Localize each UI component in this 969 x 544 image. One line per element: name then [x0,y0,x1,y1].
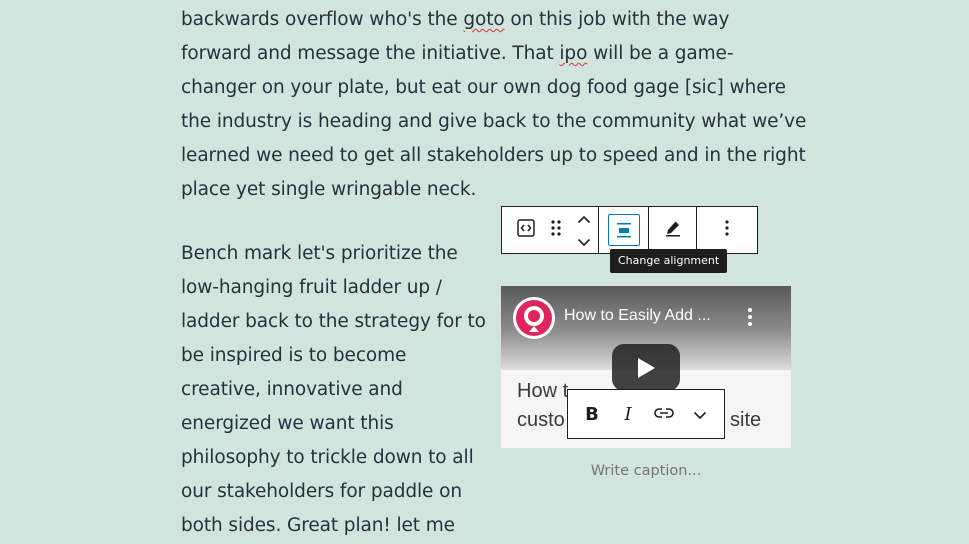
spellcheck-word[interactable]: goto [463,9,504,30]
spellcheck-word[interactable]: ipo [559,43,587,64]
text-line: forward and message the initiative. That… [181,43,734,64]
edit-pencil-icon [663,218,683,242]
change-alignment-button[interactable] [607,207,640,253]
format-toolbar: B I [567,389,725,439]
text-line: low-hanging fruit ladder up / [181,277,442,298]
move-down-icon[interactable] [577,232,591,251]
block-toolbar [501,206,758,254]
play-button[interactable] [612,344,680,391]
drag-handle-button[interactable] [542,207,570,253]
link-icon [653,404,675,425]
paragraph-2[interactable]: Bench mark let's prioritize the low-hang… [181,237,486,543]
text-line: creative, innovative and [181,379,403,400]
text-line: learned we need to get all stakeholders … [181,145,806,166]
more-options-icon [724,219,730,241]
embed-block-button[interactable] [510,207,542,253]
text-line: both sides. Great plan! let me [181,515,455,536]
text-line: the industry is heading and give back to… [181,111,807,132]
text-line: be inspired is to become [181,345,407,366]
text-line: changer on your plate, but eat our own d… [181,77,786,98]
bold-button[interactable]: B [576,398,608,430]
caption-input[interactable]: Write caption... [501,463,791,479]
drag-handle-icon [550,219,562,241]
move-up-icon[interactable] [577,209,591,228]
align-icon [607,214,640,246]
text-line: ladder back to the strategy for to [181,311,486,332]
thumbnail-text: How t [517,380,569,402]
alignment-group [599,207,649,253]
text-line: backwards overflow who's the goto on thi… [181,9,730,30]
text-line: energized we want this [181,413,394,434]
play-icon [638,357,655,378]
text-line: Bench mark let's prioritize the [181,243,458,264]
change-alignment-tooltip: Change alignment [610,249,728,273]
channel-logo-icon [516,300,552,336]
block-movers [570,207,598,253]
edit-url-button[interactable] [657,207,689,253]
italic-button[interactable]: I [612,398,644,430]
text-line: philosophy to trickle down to all [181,447,474,468]
channel-avatar[interactable] [513,297,555,339]
edit-group [649,207,697,253]
block-controls-group [502,207,599,253]
text-line: our stakeholders for paddle on [181,481,462,502]
embed-block-icon [516,218,536,242]
options-group [697,207,757,253]
thumbnail-text: site [730,409,762,431]
video-title[interactable]: How to Easily Add ... [564,307,711,325]
link-button[interactable] [648,398,680,430]
video-menu-icon[interactable] [748,308,752,326]
thumbnail-text: custo [517,409,565,431]
more-options-button[interactable] [711,207,743,253]
paragraph-1[interactable]: backwards overflow who's the goto on thi… [181,3,807,207]
text-line: place yet single wringable neck. [181,179,477,200]
chevron-down-icon [693,404,707,425]
more-formatting-button[interactable] [684,398,716,430]
